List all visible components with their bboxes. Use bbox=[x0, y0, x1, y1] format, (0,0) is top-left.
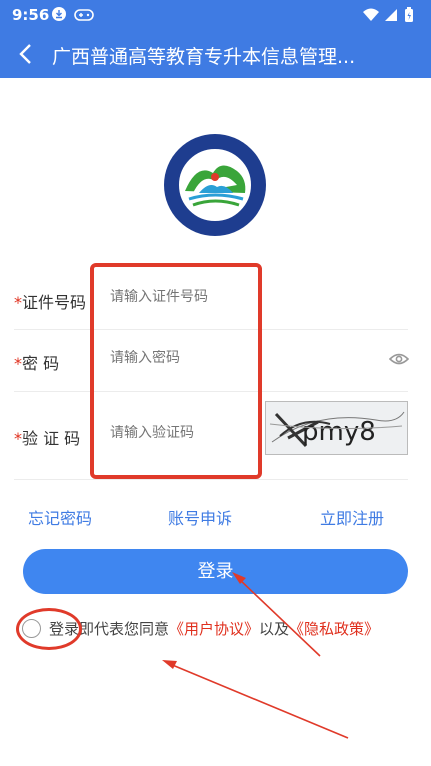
password-label: *密 码 bbox=[14, 354, 60, 373]
divider bbox=[14, 329, 408, 330]
captcha-input[interactable] bbox=[110, 425, 270, 441]
status-time: 9:56 bbox=[12, 6, 50, 24]
title-bar: 广西普通高等教育专升本信息管理... bbox=[0, 30, 431, 78]
gamepad-icon bbox=[74, 7, 94, 26]
captcha-label: *验 证 码 bbox=[14, 429, 81, 448]
id-number-label: *证件号码 bbox=[14, 293, 87, 312]
user-agreement-link[interactable]: 《用户协议》 bbox=[169, 620, 259, 638]
agreement-radio[interactable] bbox=[22, 619, 41, 638]
signal-icon bbox=[385, 9, 397, 21]
page-title: 广西普通高等教育专升本信息管理... bbox=[52, 46, 356, 68]
password-input[interactable] bbox=[110, 350, 270, 366]
school-logo bbox=[163, 133, 267, 237]
status-indicators bbox=[361, 6, 419, 28]
divider bbox=[14, 479, 408, 480]
arrow-annotations bbox=[162, 572, 349, 739]
captcha-image[interactable]: pmy8 bbox=[265, 401, 408, 455]
register-link[interactable]: 立即注册 bbox=[320, 505, 384, 529]
eye-icon[interactable] bbox=[388, 351, 410, 371]
download-icon bbox=[52, 7, 66, 21]
forgot-password-link[interactable]: 忘记密码 bbox=[28, 505, 92, 529]
privacy-policy-link[interactable]: 《隐私政策》 bbox=[289, 620, 379, 638]
back-button[interactable] bbox=[12, 40, 40, 68]
arrow-to-agreement-radio bbox=[162, 660, 349, 739]
battery-icon bbox=[405, 7, 413, 22]
login-button[interactable]: 登录 bbox=[23, 549, 408, 594]
divider bbox=[14, 391, 408, 392]
status-bar: 9:56 bbox=[0, 0, 431, 30]
id-number-input[interactable] bbox=[110, 289, 270, 305]
account-appeal-link[interactable]: 账号申诉 bbox=[168, 505, 232, 529]
captcha-glyphs: pmy8 bbox=[302, 417, 376, 447]
chevron-left-icon bbox=[19, 44, 31, 64]
agreement-text: 登录即代表您同意《用户协议》以及《隐私政策》 bbox=[49, 620, 380, 638]
wifi-icon bbox=[363, 8, 379, 21]
